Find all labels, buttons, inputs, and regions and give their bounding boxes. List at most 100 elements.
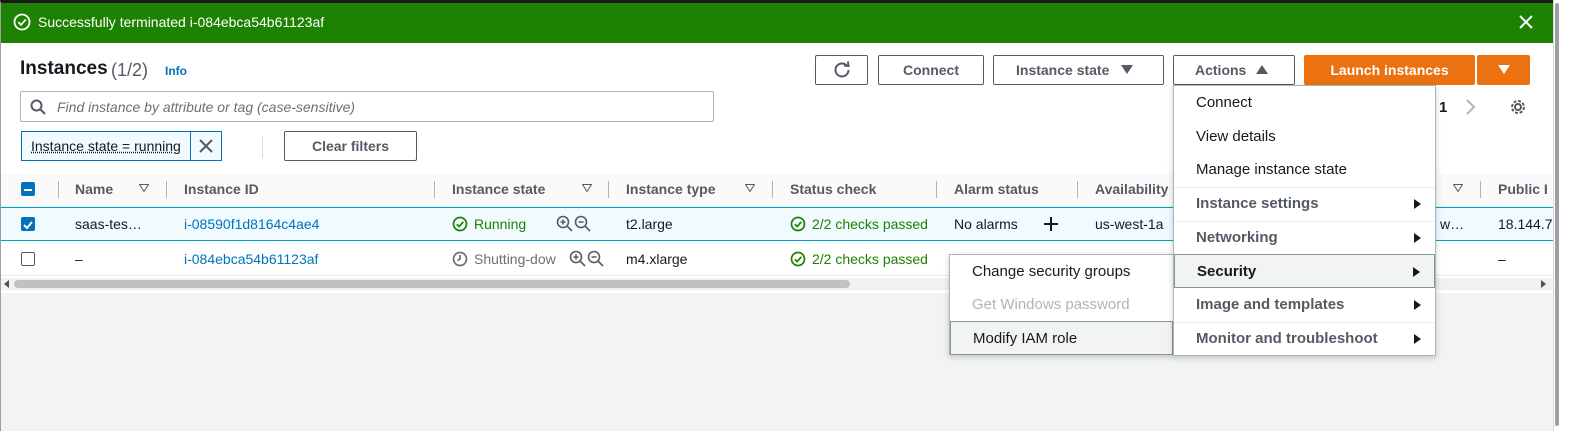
remove-filter-button[interactable] (191, 132, 221, 160)
column-header-name[interactable]: Name (75, 181, 113, 197)
column-header-instance-id[interactable]: Instance ID (184, 181, 259, 197)
close-icon (199, 139, 213, 153)
menu-item-label: Networking (1196, 229, 1278, 246)
caret-right-icon (1414, 300, 1421, 310)
status-check-value: 2/2 checks passed (812, 251, 928, 267)
column-divider (1077, 181, 1078, 198)
launch-instances-button[interactable]: Launch instances (1304, 55, 1475, 85)
menu-item-label: Security (1197, 263, 1257, 280)
caret-right-icon (1414, 199, 1421, 209)
caret-up-icon (1256, 65, 1269, 74)
instance-state-button[interactable]: Instance state (993, 55, 1164, 85)
vertical-scrollbar[interactable] (1553, 0, 1583, 431)
instance-state-value: Shutting-dow (474, 251, 556, 267)
scroll-right-icon[interactable] (1541, 280, 1547, 288)
sort-icon[interactable] (582, 184, 592, 192)
scroll-left-icon[interactable] (4, 280, 10, 288)
info-link[interactable]: Info (165, 64, 187, 78)
security-submenu: Change security groups Get Windows passw… (949, 254, 1174, 355)
plus-icon[interactable] (1042, 215, 1060, 233)
actions-label: Actions (1195, 62, 1247, 78)
refresh-button[interactable] (815, 55, 868, 85)
sort-icon[interactable] (1453, 184, 1463, 192)
menu-item-change-security-groups[interactable]: Change security groups (950, 255, 1173, 289)
zoom-out-icon[interactable] (574, 215, 592, 233)
instance-type-value: t2.large (626, 216, 673, 232)
clock-icon (452, 251, 468, 267)
instance-name: – (75, 251, 83, 267)
menu-item-label: Instance settings (1196, 195, 1319, 212)
caret-down-icon (1121, 65, 1134, 74)
public-ip-value: – (1498, 251, 1506, 267)
instance-id-link[interactable]: i-08590f1d8164c4ae4 (184, 216, 319, 232)
filter-divider (262, 136, 263, 158)
column-header-status-check[interactable]: Status check (790, 181, 876, 197)
instance-state-label: Instance state (1016, 62, 1110, 78)
vertical-scrollbar-thumb[interactable] (1555, 3, 1559, 426)
column-divider (772, 181, 773, 198)
page-number[interactable]: 1 (1439, 99, 1447, 116)
column-header-instance-state[interactable]: Instance state (452, 181, 545, 197)
success-banner: Successfully terminated i-084ebca54b6112… (1, 3, 1553, 43)
sort-icon[interactable] (139, 184, 149, 192)
caret-right-icon (1414, 334, 1421, 344)
instance-type-value: m4.xlarge (626, 251, 688, 267)
row-checkbox[interactable] (21, 252, 35, 266)
column-header-alarm-status[interactable]: Alarm status (954, 181, 1039, 197)
refresh-icon (834, 61, 850, 78)
menu-item-label: Monitor and troubleshoot (1196, 330, 1378, 347)
column-divider (166, 181, 167, 198)
menu-item-manage-instance-state[interactable]: Manage instance state (1174, 153, 1435, 187)
check-circle-icon (790, 251, 806, 267)
check-circle-icon (452, 216, 468, 232)
actions-menu: Connect View details Manage instance sta… (1173, 85, 1436, 356)
menu-item-view-details[interactable]: View details (1174, 120, 1435, 154)
filter-token-label: Instance state = running (22, 132, 191, 160)
column-header-instance-type[interactable]: Instance type (626, 181, 715, 197)
column-divider (434, 181, 435, 198)
clear-filters-button[interactable]: Clear filters (284, 131, 417, 161)
menu-item-networking[interactable]: Networking (1174, 221, 1435, 255)
filter-token[interactable]: Instance state = running (21, 131, 222, 161)
sort-icon[interactable] (745, 184, 755, 192)
close-icon[interactable] (1517, 13, 1535, 31)
zoom-out-icon[interactable] (587, 250, 605, 268)
selection-count: (1/2) (111, 60, 149, 80)
column-divider (1480, 181, 1481, 198)
column-divider (608, 181, 609, 198)
menu-item-image-and-templates[interactable]: Image and templates (1174, 288, 1435, 322)
menu-item-security[interactable]: Security (1174, 254, 1435, 288)
indeterminate-icon (24, 189, 32, 191)
gear-icon[interactable] (1508, 97, 1528, 117)
launch-dropdown-button[interactable] (1477, 55, 1530, 85)
banner-message: Successfully terminated i-084ebca54b6112… (38, 14, 325, 30)
instance-id-link[interactable]: i-084ebca54b61123af (184, 251, 318, 267)
column-header-public-ip[interactable]: Public I (1498, 181, 1548, 197)
check-circle-icon (13, 13, 31, 31)
menu-item-modify-iam-role[interactable]: Modify IAM role (950, 321, 1173, 355)
actions-button[interactable]: Actions (1173, 55, 1295, 85)
page-title: Instances (20, 58, 108, 79)
menu-item-label: Image and templates (1196, 296, 1345, 313)
zoom-in-icon[interactable] (556, 215, 574, 233)
row-checkbox[interactable] (21, 217, 35, 231)
menu-item-instance-settings[interactable]: Instance settings (1174, 187, 1435, 221)
search-input[interactable]: Find instance by attribute or tag (case-… (20, 91, 714, 122)
column-header-availability[interactable]: Availability (1095, 181, 1168, 197)
zoom-in-icon[interactable] (569, 250, 587, 268)
caret-down-icon (1497, 65, 1510, 74)
caret-right-icon (1414, 233, 1421, 243)
menu-item-connect[interactable]: Connect (1174, 86, 1435, 120)
menu-item-monitor-and-troubleshoot[interactable]: Monitor and troubleshoot (1174, 322, 1435, 356)
status-check-value: 2/2 checks passed (812, 216, 928, 232)
check-circle-icon (790, 216, 806, 232)
chevron-right-icon[interactable] (1465, 98, 1477, 116)
connect-button[interactable]: Connect (878, 55, 984, 85)
check-icon (23, 221, 33, 230)
column-divider (936, 181, 937, 198)
scrollbar-thumb[interactable] (14, 280, 850, 288)
availability-zone-value: us-west-1a (1095, 216, 1164, 232)
column-divider (58, 181, 59, 198)
select-all-checkbox[interactable] (21, 182, 35, 196)
public-ip-value: 18.144.7 (1498, 216, 1553, 232)
